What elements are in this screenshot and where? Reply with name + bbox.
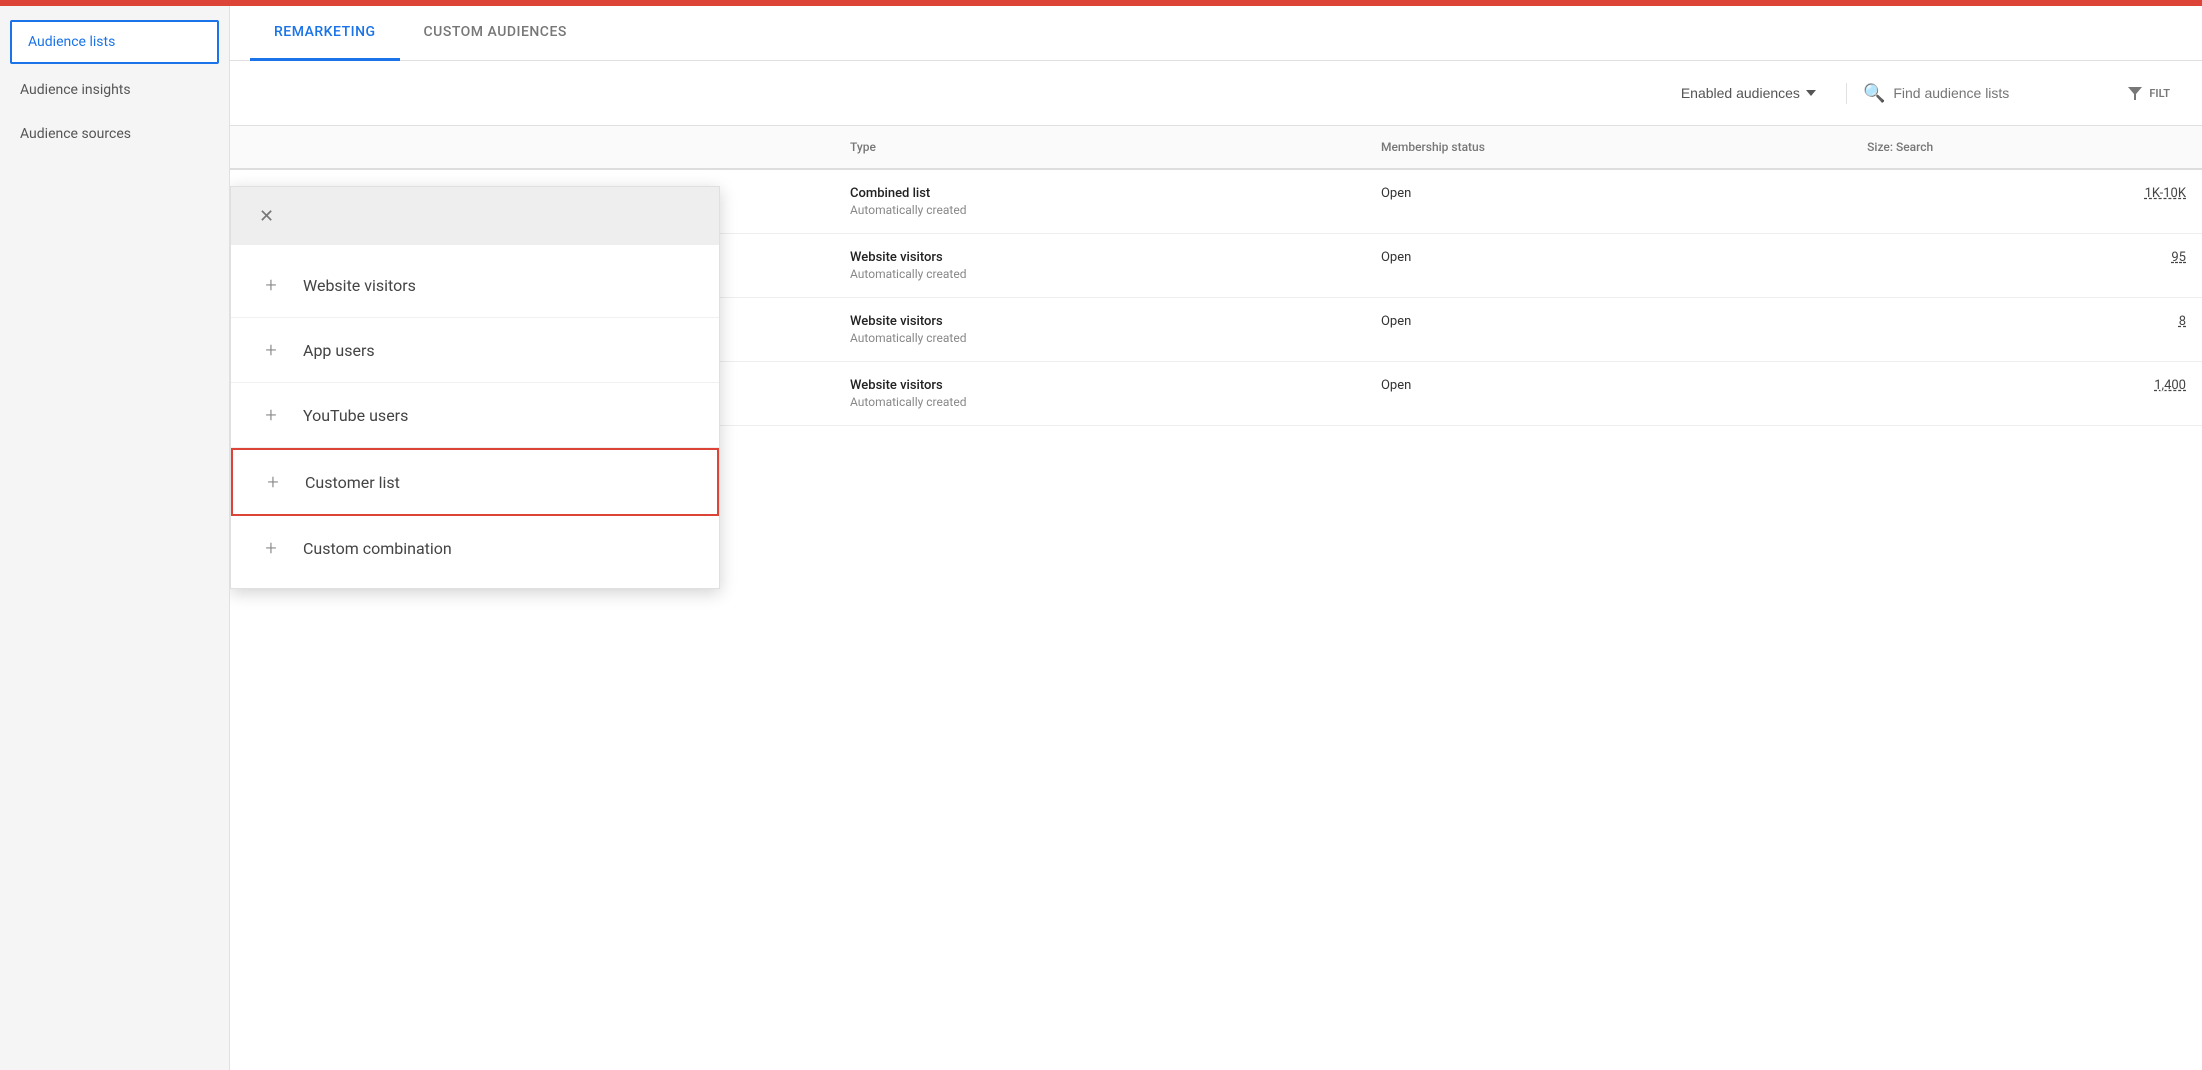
row-type-secondary: Automatically created (850, 203, 1349, 217)
search-icon: 🔍 (1863, 83, 1885, 104)
sidebar-item-audience-lists-label: Audience lists (28, 34, 115, 50)
dropdown-item-label: Custom combination (303, 539, 452, 558)
sidebar-item-audience-insights-label: Audience insights (20, 82, 131, 98)
col-type: Type (834, 126, 1365, 169)
tab-custom-audiences-label: CUSTOM AUDIENCES (424, 24, 567, 40)
plus-icon: + (261, 470, 285, 494)
dropdown-item-label: YouTube users (303, 406, 408, 425)
main-layout: Audience lists Audience insights Audienc… (0, 6, 2202, 1070)
row-type-primary: Website visitors (850, 378, 1349, 393)
table-container: Type Membership status Size: Search a so… (230, 126, 2202, 1070)
dropdown-item-custom-combination[interactable]: + Custom combination (231, 516, 719, 580)
close-button[interactable]: ✕ (251, 203, 282, 229)
dropdown-item-app-users[interactable]: + App users (231, 318, 719, 383)
row-type-secondary: Automatically created (850, 331, 1349, 345)
enabled-audiences-dropdown[interactable]: Enabled audiences (1667, 77, 1830, 109)
row-type-cell: Website visitors Automatically created (834, 362, 1365, 426)
plus-icon: + (259, 536, 283, 560)
dropdown-item-label: Customer list (305, 473, 400, 492)
row-membership-cell: Open (1365, 234, 1851, 298)
row-type-primary: Combined list (850, 186, 1349, 201)
row-size-cell: 8 (1851, 298, 2202, 362)
plus-icon: + (259, 273, 283, 297)
table-header-row: Type Membership status Size: Search (230, 126, 2202, 169)
tab-custom-audiences[interactable]: CUSTOM AUDIENCES (400, 6, 591, 61)
col-membership: Membership status (1365, 126, 1851, 169)
row-size-cell: 95 (1851, 234, 2202, 298)
row-size-value: 8 (2179, 314, 2186, 329)
row-type-cell: Website visitors Automatically created (834, 234, 1365, 298)
col-name (230, 126, 834, 169)
sidebar-item-audience-lists[interactable]: Audience lists (10, 20, 219, 64)
dropdown-item-label: App users (303, 341, 375, 360)
plus-icon: + (259, 403, 283, 427)
row-size-value: 1K-10K (2145, 186, 2186, 201)
row-type-cell: Website visitors Automatically created (834, 298, 1365, 362)
col-size: Size: Search (1851, 126, 2202, 169)
dropdown-panel-header: ✕ (231, 187, 719, 245)
row-type-secondary: Automatically created (850, 395, 1349, 409)
row-type-primary: Website visitors (850, 314, 1349, 329)
dropdown-item-label: Website visitors (303, 276, 416, 295)
row-size-cell: 1,400 (1851, 362, 2202, 426)
filter-label: FILT (2149, 87, 2170, 100)
dropdown-panel: ✕ + Website visitors + App users + (230, 186, 720, 589)
tab-remarketing-label: REMARKETING (274, 24, 376, 40)
sidebar-item-audience-sources-label: Audience sources (20, 126, 131, 142)
filter-icon (2125, 83, 2145, 103)
dropdown-item-website-visitors[interactable]: + Website visitors (231, 253, 719, 318)
content-area: REMARKETING CUSTOM AUDIENCES Enabled aud… (230, 6, 2202, 1070)
search-input[interactable] (1893, 85, 2093, 101)
row-membership-cell: Open (1365, 362, 1851, 426)
dropdown-items: + Website visitors + App users + YouTube… (231, 245, 719, 588)
sidebar-item-audience-insights[interactable]: Audience insights (0, 68, 229, 112)
filter-button[interactable]: FILT (2117, 75, 2178, 111)
dropdown-item-youtube-users[interactable]: + YouTube users (231, 383, 719, 448)
sidebar-item-audience-sources[interactable]: Audience sources (0, 112, 229, 156)
chevron-down-icon (1806, 90, 1816, 96)
toolbar: Enabled audiences 🔍 FILT (230, 61, 2202, 126)
tab-remarketing[interactable]: REMARKETING (250, 6, 400, 61)
tabs-header: REMARKETING CUSTOM AUDIENCES (230, 6, 2202, 61)
plus-icon: + (259, 338, 283, 362)
dropdown-item-customer-list[interactable]: + Customer list (231, 448, 719, 516)
row-membership-cell: Open (1365, 169, 1851, 234)
row-size-value: 1,400 (2154, 378, 2186, 393)
row-type-secondary: Automatically created (850, 267, 1349, 281)
row-size-cell: 1K-10K (1851, 169, 2202, 234)
row-type-cell: Combined list Automatically created (834, 169, 1365, 234)
sidebar: Audience lists Audience insights Audienc… (0, 6, 230, 1070)
row-size-value: 95 (2171, 250, 2186, 265)
row-type-primary: Website visitors (850, 250, 1349, 265)
row-membership-cell: Open (1365, 298, 1851, 362)
search-box: 🔍 (1846, 83, 2093, 104)
dropdown-label: Enabled audiences (1681, 85, 1800, 101)
